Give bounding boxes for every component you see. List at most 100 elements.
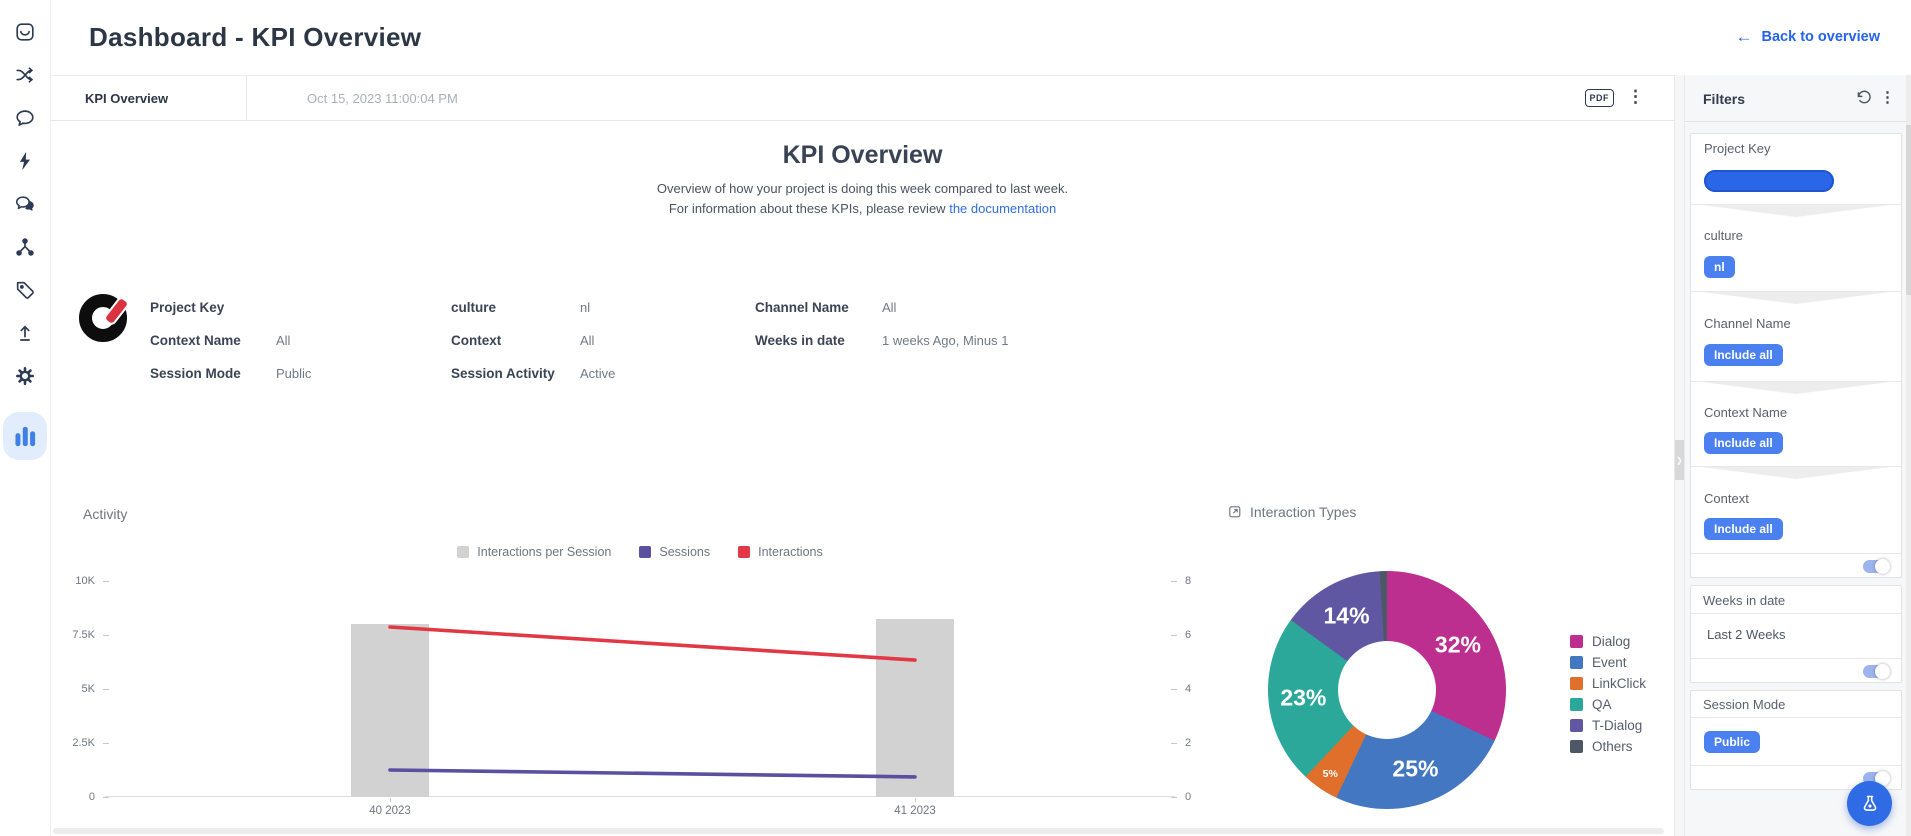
interaction-types-legend: Dialog Event LinkClick QA T-Dialog Others: [1570, 634, 1646, 760]
slice-label-linkclick: 5%: [1323, 768, 1338, 780]
y-axis-left-tick: 0: [51, 791, 95, 803]
interaction-types-header: Interaction Types: [1228, 504, 1356, 520]
network-icon[interactable]: [14, 236, 36, 258]
slice-label-dialog: 32%: [1435, 631, 1481, 658]
tick-mark: [390, 798, 391, 802]
export-pdf-button[interactable]: PDF: [1585, 89, 1615, 107]
chevron-right-icon: ❯: [1676, 456, 1683, 465]
info-field: Session ModePublic: [150, 366, 311, 387]
context-name-chip[interactable]: Include all: [1704, 432, 1783, 454]
back-arrow-icon: ←: [1736, 28, 1753, 45]
dashboard-app: Dashboard - KPI Overview ← Back to overv…: [0, 0, 1911, 836]
weeks-in-date-value-row[interactable]: Last 2 Weeks: [1691, 614, 1901, 658]
expander-triangle: [1702, 205, 1890, 217]
dashboard-timestamp: Oct 15, 2023 11:00:04 PM: [307, 91, 458, 106]
session-mode-value-row: Public: [1691, 718, 1901, 765]
legend-label: QA: [1592, 697, 1612, 712]
donut-legend-item-others[interactable]: Others: [1570, 739, 1646, 753]
reset-filters-icon[interactable]: [1855, 89, 1873, 107]
flask-icon: [1860, 794, 1880, 814]
chat-icon[interactable]: [14, 107, 36, 129]
collapse-panel-handle[interactable]: ❯: [1675, 440, 1684, 480]
shuffle-icon[interactable]: [14, 64, 36, 86]
dashboard-toolbar: KPI Overview Oct 15, 2023 11:00:04 PM PD…: [51, 75, 1674, 121]
culture-chip[interactable]: nl: [1704, 256, 1735, 278]
y-axis-right-tick: 2: [1185, 737, 1215, 749]
tag-icon[interactable]: [14, 279, 36, 301]
legend-item-sessions[interactable]: Sessions: [639, 545, 710, 559]
filters-menu-dots[interactable]: ⋮: [1880, 88, 1895, 106]
donut-legend-item-qa[interactable]: QA: [1570, 697, 1646, 711]
legend-label: Dialog: [1592, 634, 1630, 649]
legend-swatch: [1570, 656, 1583, 669]
tab-kpi-overview[interactable]: KPI Overview: [85, 91, 168, 106]
y-axis-right-tick: 6: [1185, 629, 1215, 641]
info-field: Project Key: [150, 300, 311, 321]
filter-section-channel-name: Channel Name Include all: [1691, 291, 1901, 381]
tick-mark: [1171, 797, 1177, 798]
project-info-col1: Project Key Context NameAll Session Mode…: [150, 300, 311, 399]
legend-swatch: [1570, 719, 1583, 732]
donut-legend-item-event[interactable]: Event: [1570, 655, 1646, 669]
session-mode-header: Session Mode: [1691, 691, 1901, 718]
context-toggle[interactable]: [1863, 560, 1889, 573]
upload-icon[interactable]: [14, 322, 36, 344]
slice-label-event: 25%: [1392, 756, 1438, 783]
legend-item-interactions[interactable]: Interactions: [738, 545, 823, 559]
gear-icon[interactable]: [14, 365, 36, 387]
donut-legend-item-dialog[interactable]: Dialog: [1570, 634, 1646, 648]
chats-icon[interactable]: [14, 193, 36, 215]
info-field: culturenl: [451, 300, 615, 321]
donut-legend-item-t-dialog[interactable]: T-Dialog: [1570, 718, 1646, 732]
donut-legend-item-linkclick[interactable]: LinkClick: [1570, 676, 1646, 690]
sidebar-item-dashboards-active[interactable]: [3, 412, 47, 460]
legend-label: LinkClick: [1592, 676, 1646, 691]
back-to-overview-link[interactable]: ← Back to overview: [1736, 28, 1880, 45]
horizontal-scrollbar[interactable]: [53, 828, 1664, 834]
filters-weeks-box: Weeks in date Last 2 Weeks: [1690, 585, 1902, 683]
inbox-icon[interactable]: [14, 21, 36, 43]
slice-label-qa: 23%: [1280, 684, 1326, 711]
context-toggle-row: [1691, 553, 1901, 579]
toolbar-menu-dots[interactable]: ⋮: [1627, 87, 1644, 107]
filters-group-box: Project Key culture nl Channel Name Incl…: [1690, 133, 1902, 578]
activity-legend: Interactions per Session Sessions Interact…: [105, 545, 1175, 559]
context-chip[interactable]: Include all: [1704, 518, 1783, 540]
filters-panel: Filters ⋮ Project Key culture nl Channel…: [1685, 75, 1911, 836]
tick-mark: [915, 798, 916, 802]
expander-triangle: [1702, 467, 1890, 479]
y-axis-left-tick: 2.5K: [51, 737, 95, 749]
kpi-overview-subtitle: Overview of how your project is doing th…: [51, 181, 1674, 196]
legend-swatch: [1570, 677, 1583, 690]
filters-title: Filters: [1703, 91, 1745, 107]
toolbar-divider: [246, 76, 247, 121]
slice-label-t-dialog: 14%: [1324, 603, 1370, 630]
y-axis-right-tick: 0: [1185, 791, 1215, 803]
sidebar-nav: [0, 0, 51, 836]
filter-section-context-name: Context Name Include all: [1691, 381, 1901, 466]
filters-session-mode-box: Session Mode Public: [1690, 690, 1902, 790]
channel-name-chip[interactable]: Include all: [1704, 344, 1783, 366]
experiment-flask-button[interactable]: [1847, 781, 1892, 826]
x-axis-label: 41 2023: [894, 805, 936, 817]
weeks-toggle[interactable]: [1863, 665, 1889, 678]
info-field: Context NameAll: [150, 333, 311, 354]
project-key-redacted-value[interactable]: [1704, 170, 1834, 192]
project-info-col2: culturenl ContextAll Session ActivityAct…: [451, 300, 615, 399]
lightning-icon[interactable]: [14, 150, 36, 172]
filters-scrollbar-thumb[interactable]: [1906, 125, 1911, 295]
expander-triangle: [1702, 292, 1890, 304]
y-axis-left-tick: 7.5K: [51, 629, 95, 641]
interaction-types-title: Interaction Types: [1250, 504, 1356, 520]
info-field: Channel NameAll: [755, 300, 1008, 321]
legend-swatch: [457, 546, 469, 558]
documentation-link[interactable]: the documentation: [949, 201, 1056, 216]
filters-scrollbar[interactable]: [1906, 75, 1911, 836]
session-mode-chip[interactable]: Public: [1704, 731, 1760, 753]
activity-chart-title: Activity: [83, 506, 127, 522]
page-header: Dashboard - KPI Overview ← Back to overv…: [51, 0, 1911, 75]
y-axis-right-tick: 4: [1185, 683, 1215, 695]
interaction-types-donut: 32% 25% 5% 23% 14%: [1268, 571, 1506, 809]
info-field: ContextAll: [451, 333, 615, 354]
legend-item-interactions-per-session[interactable]: Interactions per Session: [457, 545, 611, 559]
